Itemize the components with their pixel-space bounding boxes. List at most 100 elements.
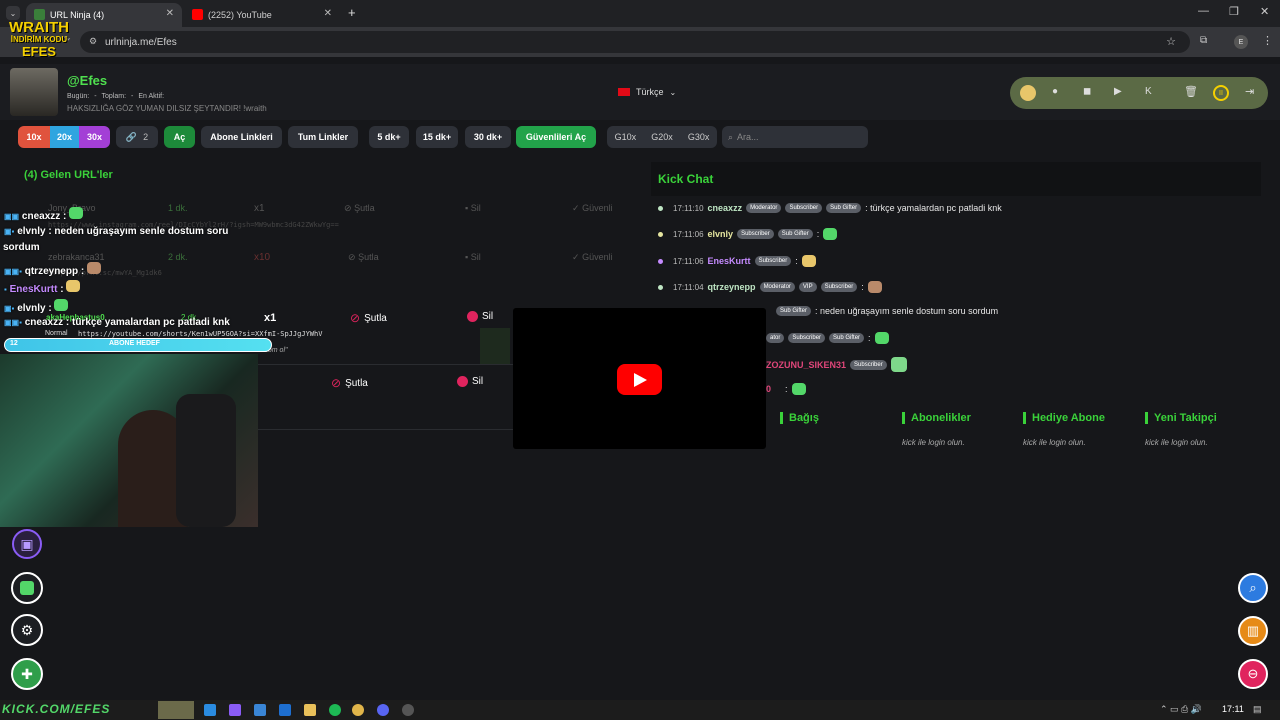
pause-icon[interactable]: II bbox=[1213, 85, 1229, 101]
panel-title: Yeni Takipçi bbox=[1154, 412, 1217, 424]
chat-time: 17:11:10 bbox=[673, 203, 704, 213]
emote-icon bbox=[874, 332, 889, 344]
tab-search-button[interactable]: ⌄ bbox=[6, 6, 20, 20]
taskbar-brand: KICK.COM/EFES bbox=[2, 702, 111, 716]
profile-bio: HAKSIZLIĞA GÖZ YUMAN DILSIZ ŞEYTANDIR! !… bbox=[67, 104, 267, 113]
filter-5min-button[interactable]: 5 dk+ bbox=[369, 126, 409, 148]
copilot-icon[interactable] bbox=[229, 704, 241, 716]
menu-icon[interactable]: ⋮ bbox=[1262, 34, 1273, 47]
skip-button[interactable]: ⊘ Şutla bbox=[350, 311, 387, 325]
chat-user[interactable]: ZOZUNU_SIKEN31 bbox=[766, 360, 846, 370]
delete-label: Sil bbox=[472, 376, 484, 387]
all-links-button[interactable]: Tum Linkler bbox=[288, 126, 358, 148]
kick-chat-message: Sub Gifter : neden uğraşayım senle dostu… bbox=[776, 306, 998, 316]
remove-user-button[interactable]: ⊖ bbox=[1238, 659, 1268, 689]
obs-icon[interactable] bbox=[402, 704, 414, 716]
notification-icon[interactable]: ▤ bbox=[1253, 704, 1262, 715]
open-safe-button[interactable]: Güvenlileri Aç bbox=[516, 126, 596, 148]
skip-button[interactable]: ⊘ Şutla bbox=[344, 203, 375, 214]
skip-button[interactable]: ⊘ Şutla bbox=[348, 252, 379, 263]
taskbar-thumbnail bbox=[158, 701, 194, 719]
g10-button[interactable]: G10x bbox=[615, 132, 637, 142]
tray-icons[interactable]: ⌃ ▭ ⎙ 🔊 bbox=[1160, 704, 1202, 715]
trash-icon[interactable]: 🗑 bbox=[1184, 85, 1198, 98]
delete-button[interactable]: Sil bbox=[457, 376, 483, 387]
g30-button[interactable]: G30x bbox=[688, 132, 710, 142]
twitch-button[interactable]: ▣ bbox=[12, 529, 42, 559]
bookmark-star-icon[interactable]: ☆ bbox=[1166, 35, 1176, 48]
delete-button[interactable]: ▪ Sil bbox=[465, 252, 481, 262]
link-count-value: 2 bbox=[143, 132, 149, 142]
overlay-chat-line: ▣▪ elvnly : neden uğraşayım senle dostum… bbox=[4, 226, 228, 237]
safe-button[interactable]: ✓ Güvenli bbox=[572, 252, 613, 263]
delete-button[interactable]: ▪ Sil bbox=[465, 203, 481, 213]
brand-bottom: EFES bbox=[22, 44, 56, 59]
spotify-icon[interactable] bbox=[329, 704, 341, 716]
mult-30x-button[interactable]: 30x bbox=[79, 126, 110, 148]
minimize-button[interactable]: — bbox=[1198, 5, 1209, 17]
safe-button[interactable]: ✓ Güvenli bbox=[572, 203, 613, 214]
extensions-icon[interactable]: ⧉ bbox=[1200, 35, 1207, 46]
new-tab-button[interactable]: + bbox=[348, 5, 356, 20]
edge-icon[interactable] bbox=[204, 704, 216, 716]
chat-user[interactable]: qtrzeynepp bbox=[708, 282, 756, 292]
kick-icon[interactable]: K bbox=[1145, 86, 1152, 97]
search-input[interactable]: ⌕ Ara... bbox=[722, 126, 868, 148]
link-count-field[interactable]: 🔗 2 bbox=[116, 126, 158, 148]
mult-10x-button[interactable]: 10x bbox=[18, 126, 50, 148]
twitter-icon[interactable]: ● bbox=[1052, 86, 1058, 97]
g20-button[interactable]: G20x bbox=[651, 132, 673, 142]
youtube-icon[interactable]: ▶ bbox=[1114, 86, 1122, 97]
panel-gift-subs: Hediye Abone bbox=[1023, 412, 1105, 424]
tab-youtube[interactable]: (2252) YouTube ✕ bbox=[184, 3, 340, 27]
clock[interactable]: 17:11 bbox=[1222, 704, 1244, 714]
skip-button[interactable]: ⊘ Şutla bbox=[331, 376, 368, 390]
cookie-icon[interactable] bbox=[1020, 85, 1036, 101]
site-info-icon[interactable]: ⚙ bbox=[89, 36, 97, 47]
youtube-player[interactable] bbox=[513, 308, 766, 449]
gift-icon: ▥ bbox=[1246, 623, 1260, 638]
logout-icon[interactable]: ⇥ bbox=[1245, 85, 1254, 98]
add-user-button[interactable]: ✚ bbox=[11, 658, 43, 690]
filter-30min-button[interactable]: 30 dk+ bbox=[465, 126, 511, 148]
emote-icon bbox=[69, 207, 84, 219]
gift-button[interactable]: ▥ bbox=[1238, 616, 1268, 646]
filter-15min-button[interactable]: 15 dk+ bbox=[416, 126, 458, 148]
close-tab-icon[interactable]: ✕ bbox=[324, 8, 332, 19]
badge-subscriber: Subscriber bbox=[737, 229, 774, 239]
url-input[interactable]: ⚙ urlninja.me/Efes ☆ bbox=[80, 31, 1190, 53]
panel-sub: kick ile login olun. bbox=[1145, 438, 1208, 447]
close-tab-icon[interactable]: ✕ bbox=[166, 8, 174, 19]
outlook-icon[interactable] bbox=[279, 704, 291, 716]
close-window-button[interactable]: ✕ bbox=[1260, 5, 1269, 18]
chat-user[interactable]: 0 bbox=[766, 384, 771, 394]
chat-user[interactable]: elvnly bbox=[708, 229, 734, 239]
explorer-icon[interactable] bbox=[304, 704, 316, 716]
youtube-play-icon[interactable] bbox=[617, 364, 662, 395]
sub-links-button[interactable]: Abone Linkleri bbox=[201, 126, 282, 148]
chat-time: 17:11:04 bbox=[673, 282, 704, 292]
chat-user[interactable]: cneaxzz bbox=[708, 203, 743, 213]
emote-icon bbox=[791, 383, 806, 395]
kick-app-button[interactable] bbox=[11, 572, 43, 604]
open-button[interactable]: Aç bbox=[164, 126, 195, 148]
user-badges-icon: ▪ bbox=[4, 285, 7, 294]
settings-button[interactable]: ⚙ bbox=[11, 614, 43, 646]
search-button[interactable]: ⌕ bbox=[1238, 573, 1268, 603]
discord-icon[interactable] bbox=[377, 704, 389, 716]
kick-chat-message: 17:11:06 EnesKurtt Subscriber : bbox=[658, 255, 816, 267]
mult-20x-button[interactable]: 20x bbox=[50, 126, 79, 148]
chat-text: : bbox=[816, 229, 820, 239]
chrome-icon[interactable] bbox=[352, 704, 364, 716]
gear-icon: ⚙ bbox=[20, 621, 34, 638]
url-row-link[interactable]: https://youtube.com/shorts/Ken1wUP5GOA?s… bbox=[78, 330, 322, 338]
store-icon[interactable] bbox=[254, 704, 266, 716]
incoming-title: (4) Gelen URL'ler bbox=[24, 169, 113, 181]
chat-user[interactable]: EnesKurtt bbox=[708, 256, 751, 266]
instagram-icon[interactable]: ◼ bbox=[1083, 86, 1091, 97]
chevron-down-icon: ⌄ bbox=[669, 87, 677, 97]
profile-avatar[interactable]: E bbox=[1234, 35, 1248, 49]
restore-button[interactable]: ❐ bbox=[1229, 5, 1239, 18]
delete-button[interactable]: Sil bbox=[467, 311, 493, 322]
language-select[interactable]: Türkçe ⌄ bbox=[618, 87, 676, 97]
